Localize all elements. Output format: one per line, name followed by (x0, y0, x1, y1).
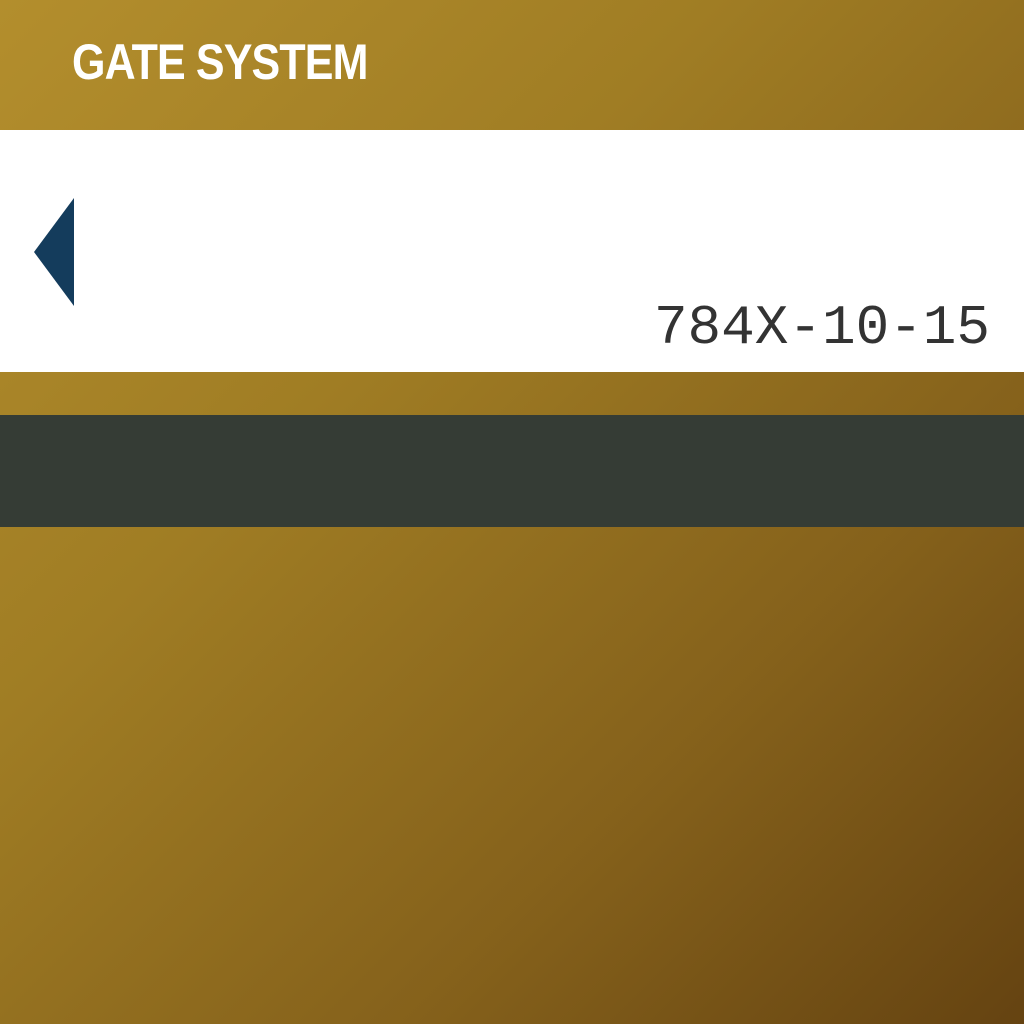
gate-code-readout: 784X-10-15 (653, 296, 990, 360)
back-button[interactable] (28, 192, 80, 308)
divider-strip (0, 372, 1024, 415)
app-title: GATE SYSTEM (72, 34, 368, 90)
lower-area (0, 527, 1024, 1024)
status-bar (0, 415, 1024, 527)
triangle-left-icon (34, 198, 74, 306)
code-display-panel: 784X-10-15 (0, 130, 1024, 372)
header-bar: GATE SYSTEM (0, 0, 1024, 130)
